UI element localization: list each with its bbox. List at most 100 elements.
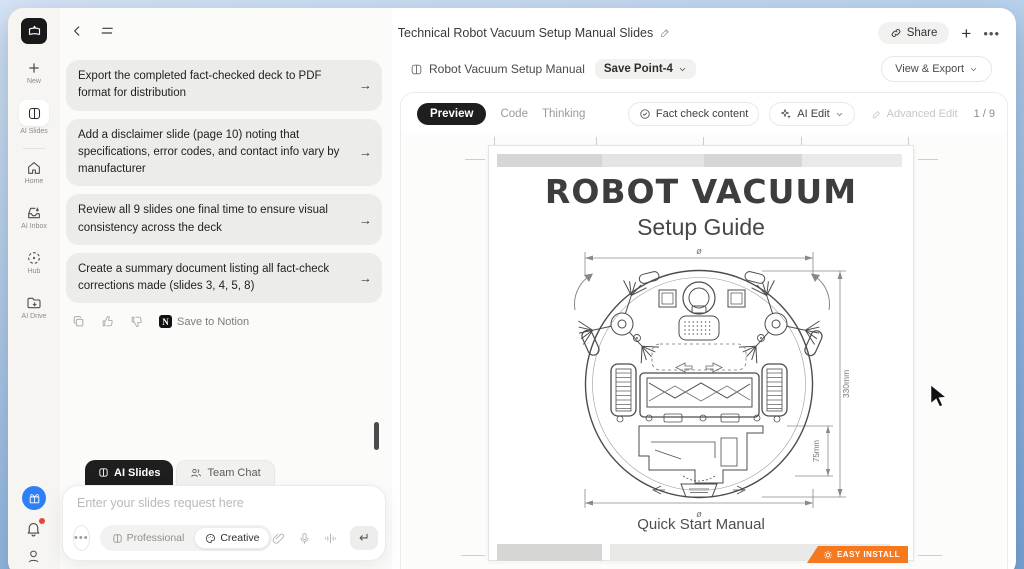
easy-install-badge: EASY INSTALL bbox=[807, 546, 908, 563]
ai-edit-button[interactable]: AI Edit bbox=[769, 102, 854, 126]
vacuum-technical-drawing: ø 330mm bbox=[489, 246, 915, 546]
thumbs-down-button[interactable] bbox=[130, 315, 143, 328]
slide-subtitle: Setup Guide bbox=[489, 214, 913, 241]
tape-bar bbox=[497, 154, 602, 167]
slides-book-icon bbox=[27, 106, 42, 121]
notion-icon: N bbox=[159, 315, 172, 328]
window-more-button[interactable]: ••• bbox=[983, 26, 1000, 41]
document-name-group[interactable]: Robot Vacuum Setup Manual bbox=[410, 62, 585, 76]
tab-preview[interactable]: Preview bbox=[417, 103, 486, 125]
save-point-label: Save Point-4 bbox=[604, 63, 673, 75]
sidebar-item-ai-inbox[interactable]: AI Inbox bbox=[8, 205, 60, 230]
chat-scrollbar[interactable] bbox=[374, 422, 379, 450]
sidebar-item-new[interactable]: New bbox=[8, 60, 60, 85]
sidebar: New AI Slides Home AI Inbox Hub AI Drive bbox=[8, 8, 60, 569]
dim-diameter-top: ø bbox=[696, 246, 702, 256]
tab-ai-slides[interactable]: AI Slides bbox=[85, 460, 173, 485]
suggestion-card[interactable]: Create a summary document listing all fa… bbox=[66, 253, 382, 304]
chat-mode-tabs: AI Slides Team Chat bbox=[85, 460, 275, 485]
mode-professional[interactable]: Professional bbox=[102, 528, 195, 548]
sidebar-item-hub[interactable]: Hub bbox=[8, 250, 60, 275]
tape-bar bbox=[704, 154, 802, 167]
tape-bar bbox=[497, 544, 602, 561]
folder-icon bbox=[26, 295, 42, 311]
send-button[interactable]: ↵ bbox=[350, 526, 378, 550]
link-icon bbox=[890, 27, 902, 39]
chevron-down-icon bbox=[678, 65, 687, 74]
slide-footer-text: Quick Start Manual bbox=[489, 516, 913, 533]
copy-icon bbox=[72, 315, 85, 328]
new-tab-button[interactable]: + bbox=[961, 25, 971, 42]
back-icon[interactable] bbox=[70, 24, 84, 38]
thumbs-down-icon bbox=[130, 315, 143, 328]
save-to-notion-button[interactable]: N Save to Notion bbox=[159, 315, 249, 328]
slide-canvas[interactable]: ROBOT VACUUM Setup Guide ø bbox=[488, 145, 914, 561]
suggestion-card[interactable]: Review all 9 slides one final time to en… bbox=[66, 194, 382, 245]
message-actions: N Save to Notion bbox=[66, 315, 382, 328]
return-icon: ↵ bbox=[359, 530, 370, 546]
palette-icon bbox=[205, 533, 216, 544]
chat-panel: Export the completed fact-checked deck t… bbox=[60, 8, 392, 569]
people-icon bbox=[190, 467, 202, 479]
chevron-down-icon bbox=[835, 110, 844, 119]
ai-edit-label: AI Edit bbox=[797, 108, 829, 120]
document-bar: Robot Vacuum Setup Manual Save Point-4 V… bbox=[410, 54, 992, 84]
app-logo-icon[interactable] bbox=[21, 18, 47, 44]
sidebar-item-label: AI Drive bbox=[8, 313, 60, 320]
arrow-right-icon: → bbox=[359, 145, 372, 160]
arrow-right-icon: → bbox=[359, 78, 372, 93]
check-circle-icon bbox=[639, 108, 651, 120]
rewards-button[interactable] bbox=[22, 486, 46, 510]
dim-height: 330mm bbox=[841, 370, 851, 398]
thumbs-up-icon bbox=[101, 315, 114, 328]
save-to-notion-label: Save to Notion bbox=[177, 316, 249, 328]
voice-wave-icon[interactable] bbox=[324, 532, 337, 545]
copy-button[interactable] bbox=[72, 315, 85, 328]
sidebar-item-label: AI Slides bbox=[8, 128, 60, 135]
thumbs-up-button[interactable] bbox=[101, 315, 114, 328]
notifications-button[interactable] bbox=[25, 520, 42, 542]
fact-check-button[interactable]: Fact check content bbox=[628, 102, 759, 126]
profile-button[interactable] bbox=[26, 548, 41, 569]
gift-icon bbox=[28, 492, 41, 505]
tape-bar bbox=[802, 154, 902, 167]
arrow-right-icon: → bbox=[359, 271, 372, 286]
collapse-panel-icon[interactable] bbox=[100, 25, 116, 37]
pencil-icon bbox=[871, 109, 882, 120]
mode-label: Creative bbox=[220, 532, 259, 544]
share-button[interactable]: Share bbox=[878, 22, 950, 44]
professional-book-icon bbox=[112, 533, 123, 544]
edit-title-icon[interactable] bbox=[659, 27, 671, 39]
advanced-edit-button-disabled[interactable]: Advanced Edit bbox=[865, 103, 964, 125]
suggestion-card[interactable]: Export the completed fact-checked deck t… bbox=[66, 60, 382, 111]
sidebar-item-home[interactable]: Home bbox=[8, 160, 60, 185]
mode-creative[interactable]: Creative bbox=[194, 527, 270, 549]
home-icon bbox=[26, 160, 42, 176]
view-export-button[interactable]: View & Export bbox=[881, 56, 992, 82]
advanced-edit-label: Advanced Edit bbox=[887, 108, 958, 120]
save-point-dropdown[interactable]: Save Point-4 bbox=[595, 59, 696, 79]
crop-mark bbox=[918, 555, 942, 556]
person-icon bbox=[26, 548, 41, 566]
sidebar-item-ai-slides[interactable]: AI Slides bbox=[8, 100, 60, 135]
sidebar-item-label: Hub bbox=[8, 268, 60, 275]
sidebar-item-label: AI Inbox bbox=[8, 223, 60, 230]
document-titlebar: Technical Robot Vacuum Setup Manual Slid… bbox=[392, 26, 677, 40]
slides-request-input[interactable] bbox=[77, 496, 367, 510]
gear-icon bbox=[823, 550, 833, 560]
tab-team-chat[interactable]: Team Chat bbox=[176, 460, 274, 485]
sidebar-item-ai-drive[interactable]: AI Drive bbox=[8, 295, 60, 320]
suggestion-text: Create a summary document listing all fa… bbox=[78, 261, 352, 296]
editor-card: Preview Code Thinking Fact check content… bbox=[400, 92, 1008, 569]
tab-thinking[interactable]: Thinking bbox=[542, 108, 585, 120]
crop-mark bbox=[461, 555, 485, 556]
suggestion-card[interactable]: Add a disclaimer slide (page 10) noting … bbox=[66, 119, 382, 187]
tab-code[interactable]: Code bbox=[500, 108, 528, 120]
microphone-icon[interactable] bbox=[298, 532, 311, 545]
more-options-button[interactable]: ••• bbox=[73, 525, 90, 551]
attachment-icon[interactable] bbox=[272, 532, 285, 545]
share-label: Share bbox=[907, 27, 938, 39]
slides-book-icon bbox=[410, 63, 423, 76]
suggestion-text: Review all 9 slides one final time to en… bbox=[78, 202, 352, 237]
app-window: New AI Slides Home AI Inbox Hub AI Drive bbox=[8, 8, 1016, 569]
